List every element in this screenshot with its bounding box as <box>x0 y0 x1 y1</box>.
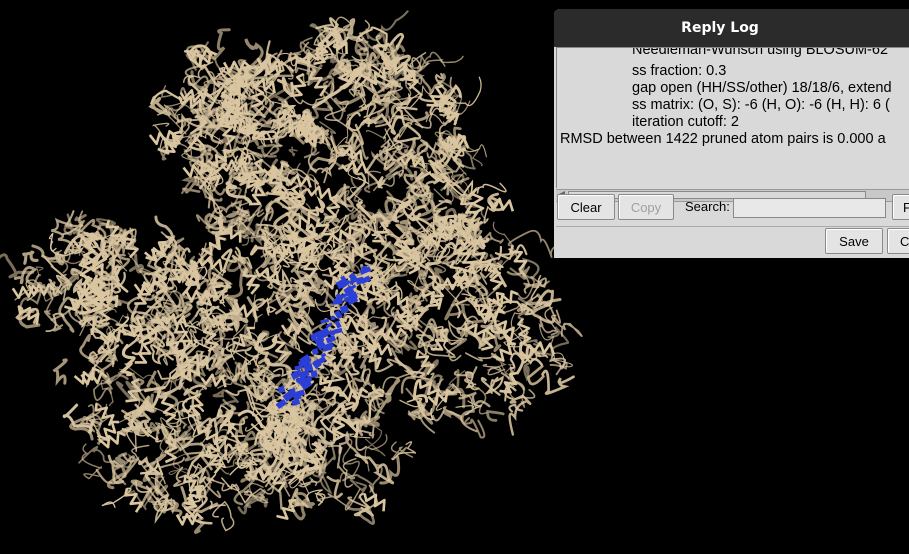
ribbon-segment <box>13 266 38 286</box>
log-line: ss fraction: 0.3 <box>632 63 727 79</box>
nucleotide-block <box>289 388 297 396</box>
ribbon-segment <box>486 409 505 422</box>
nucleotide-block <box>330 315 336 321</box>
helix-segment <box>306 185 333 201</box>
ribbon-segment <box>52 358 68 387</box>
dialog-divider <box>556 226 909 227</box>
reply-log-dialog: Reply Log Needleman-Wunsch using BLOSUM-… <box>554 9 909 258</box>
dialog-title-bar[interactable]: Reply Log <box>554 9 909 47</box>
ribbon-segment <box>221 246 246 264</box>
log-line: gap open (HH/SS/other) 18/18/6, extend <box>632 80 892 96</box>
copy-button[interactable]: Copy <box>618 194 674 220</box>
dialog-title: Reply Log <box>681 20 759 36</box>
ribbon-segment <box>50 217 75 255</box>
close-button[interactable]: C <box>887 228 909 254</box>
find-button[interactable]: F <box>892 194 909 220</box>
search-label: Search: <box>685 199 730 214</box>
ribbon-segment <box>541 369 575 395</box>
log-line: RMSD between 1422 pruned atom pairs is 0… <box>560 131 886 147</box>
helix-segment <box>160 396 177 424</box>
log-text-area[interactable]: Needleman-Wunsch using BLOSUM-62 ss frac… <box>556 47 909 188</box>
save-button[interactable]: Save <box>825 228 883 254</box>
ribbon-segment <box>476 182 507 194</box>
search-input[interactable] <box>733 198 886 218</box>
log-line: ss matrix: (O, S): -6 (H, O): -6 (H, H):… <box>632 97 890 113</box>
ribbon-segment <box>0 253 35 279</box>
ribbon-segment <box>527 364 545 386</box>
clear-button[interactable]: Clear <box>557 194 615 220</box>
log-line: iteration cutoff: 2 <box>632 114 739 130</box>
ribbon-segment <box>212 389 240 407</box>
ribbon-segment <box>397 269 430 314</box>
ribbon-segment <box>366 130 387 142</box>
log-line: Needleman-Wunsch using BLOSUM-62 <box>632 47 889 58</box>
nucleotide-block <box>339 304 350 314</box>
ribbon-segment <box>21 250 39 265</box>
ribbon-segment <box>288 146 298 157</box>
ribbon-segment <box>354 453 395 485</box>
ribbon-segment <box>248 204 265 222</box>
protein-ribbon-structure <box>0 10 583 534</box>
ribbon-segment <box>390 441 414 460</box>
ribbon-segment <box>184 55 209 87</box>
ribbon-segment <box>508 394 532 436</box>
